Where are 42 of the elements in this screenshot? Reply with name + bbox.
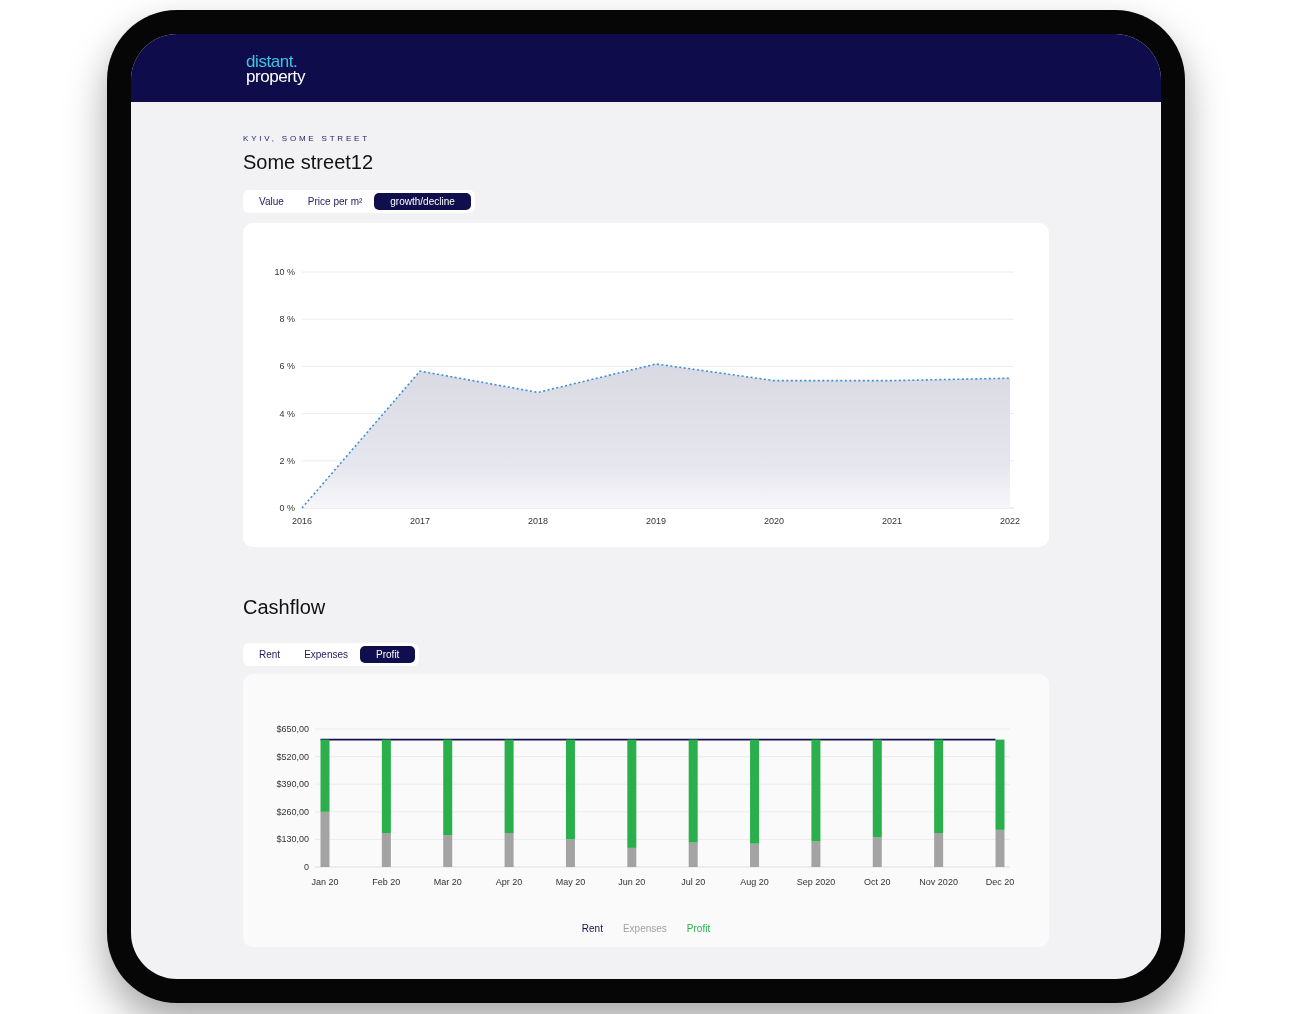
- axis-label: $390,00: [276, 779, 309, 790]
- tab[interactable]: Profit: [360, 646, 416, 663]
- axis-label: Aug 20: [740, 877, 769, 887]
- legend-item[interactable]: Rent: [581, 922, 603, 935]
- logo[interactable]: distant. property: [246, 54, 305, 84]
- axis-label: 4 %: [279, 408, 295, 419]
- axis-label: 2016: [292, 516, 312, 526]
- property-title: Some street12: [243, 150, 374, 174]
- axis-label: 10 %: [274, 267, 295, 277]
- axis-label: 2022: [1000, 516, 1020, 526]
- axis-label: 0 %: [279, 503, 295, 513]
- axis-label: $520,00: [276, 751, 309, 762]
- axis-label: Sep 2020: [796, 877, 836, 887]
- axis-label: $650,00: [276, 724, 309, 734]
- axis-label: Jan 20: [311, 877, 339, 887]
- tab[interactable]: Rent: [247, 646, 293, 663]
- axis-label: 2018: [528, 516, 548, 526]
- axis-label: 2020: [764, 516, 784, 526]
- axis-label: Nov 2020: [919, 877, 958, 887]
- axis-label: 6 %: [279, 361, 295, 372]
- tab[interactable]: growth/decline: [374, 193, 471, 210]
- axis-label: Apr 20: [495, 877, 523, 887]
- axis-label: Feb 20: [372, 877, 401, 887]
- tab[interactable]: Price per m²: [295, 193, 375, 210]
- axis-label: Jun 20: [618, 877, 646, 887]
- axis-label: May 20: [555, 877, 586, 887]
- axis-label: Oct 20: [864, 877, 891, 887]
- section-title: Cashflow: [243, 595, 326, 619]
- axis-label: 2021: [882, 516, 902, 526]
- axis-label: Mar 20: [433, 877, 462, 887]
- location-label: KYIV, SOME STREET: [243, 134, 370, 144]
- axis-label: 2 %: [279, 455, 295, 466]
- axis-label: Dec 20: [985, 877, 1015, 887]
- tab[interactable]: Value: [247, 193, 296, 210]
- axis-label: Jul 20: [681, 877, 706, 887]
- tab[interactable]: Expenses: [292, 646, 361, 663]
- axis-label: $130,00: [276, 834, 309, 845]
- axis-label: 2017: [410, 516, 430, 526]
- axis-label: $260,00: [276, 806, 309, 817]
- axis-label: 2019: [646, 516, 666, 526]
- axis-label: 0: [304, 862, 309, 872]
- axis-label: 8 %: [279, 314, 295, 325]
